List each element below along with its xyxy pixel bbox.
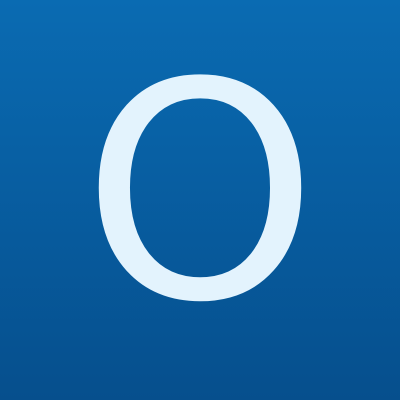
app-icon-tile: O (0, 0, 400, 400)
letter-glyph: O (81, 19, 319, 368)
